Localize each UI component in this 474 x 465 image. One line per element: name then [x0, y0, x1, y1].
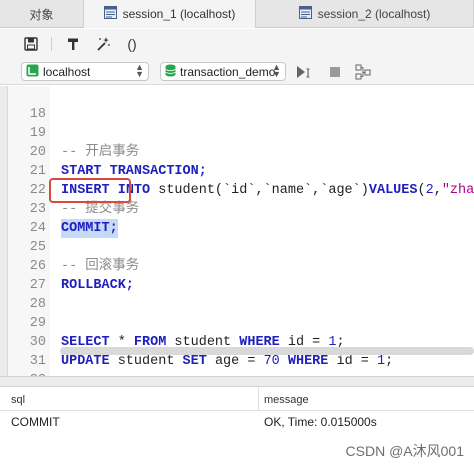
code-line: 30 UPDATE student SET age = 70 WHERE id …: [8, 314, 474, 369]
editor-toolbar: (): [0, 29, 474, 59]
results-header: sql message: [0, 387, 474, 411]
server-icon: [26, 64, 39, 80]
code-line: 20 START TRANSACTION;: [8, 124, 474, 179]
connection-value: localhost: [43, 64, 91, 79]
chevron-updown-icon: ▲ ▼: [135, 62, 144, 79]
save-icon[interactable]: [22, 35, 40, 53]
query-icon: [103, 6, 117, 22]
column-divider[interactable]: [258, 387, 259, 411]
highlight-annotation-box: [49, 178, 131, 203]
tab-objects[interactable]: 对象: [0, 0, 84, 28]
chevron-updown-icon: ▲ ▼: [272, 62, 281, 79]
table-row[interactable]: COMMIT OK, Time: 0.015000s: [0, 411, 474, 433]
tab-session-1-label: session_1 (localhost): [122, 7, 236, 21]
database-select[interactable]: transaction_demo ▲ ▼: [160, 62, 286, 81]
code-line: 18: [8, 86, 474, 122]
stop-icon[interactable]: [327, 64, 343, 80]
tab-bar: 对象 session_1 (localhost) session_2 (loca…: [0, 0, 474, 28]
database-icon: [165, 64, 176, 80]
connection-bar: localhost ▲ ▼ transaction_demo ▲ ▼: [0, 59, 474, 85]
code-line: 21 INSERT INTO student(`id`,`name`,`age`…: [8, 143, 474, 198]
code-line: 28: [8, 276, 474, 312]
code-line: 19 -- 开启事务: [8, 105, 474, 160]
column-header-message[interactable]: message: [264, 394, 309, 406]
magic-wand-icon[interactable]: [94, 35, 112, 53]
connection-select[interactable]: localhost ▲ ▼: [21, 62, 149, 81]
toolbar-divider: [51, 37, 52, 51]
database-value: transaction_demo: [180, 64, 276, 79]
tab-session-2[interactable]: session_2 (localhost): [256, 0, 474, 28]
code-line: 26 ROLLBACK;: [8, 238, 474, 293]
query-icon: [298, 6, 312, 22]
code-line: 27: [8, 257, 474, 293]
editor-left-handle: [0, 86, 8, 376]
pane-splitter[interactable]: [0, 376, 474, 387]
tab-session-1[interactable]: session_1 (localhost): [84, 0, 256, 28]
code-line: 29 SELECT * FROM student WHERE id = 1;: [8, 295, 474, 350]
results-panel: sql message COMMIT OK, Time: 0.015000s C…: [0, 387, 474, 465]
run-icon[interactable]: [296, 64, 312, 80]
cell-message: OK, Time: 0.015000s: [264, 415, 377, 429]
cell-sql: COMMIT: [11, 415, 60, 429]
tab-session-2-label: session_2 (localhost): [317, 7, 431, 21]
format-icon[interactable]: [64, 35, 82, 53]
parentheses-icon[interactable]: (): [123, 35, 141, 53]
tab-objects-label: 对象: [29, 7, 54, 22]
horizontal-scrollbar[interactable]: [60, 347, 474, 355]
watermark-text: CSDN @A沐风001: [345, 443, 464, 459]
explain-icon[interactable]: [355, 64, 371, 80]
code-line: 25 -- 回滚事务: [8, 219, 474, 274]
column-header-sql[interactable]: sql: [11, 394, 25, 406]
sql-editor[interactable]: 18 19 -- 开启事务 20 START TRANSACTION; 21 I…: [0, 86, 474, 376]
